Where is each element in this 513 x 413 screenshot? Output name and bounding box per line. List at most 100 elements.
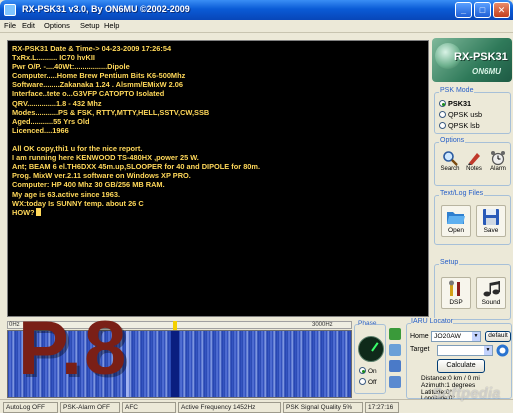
menu-options[interactable]: Options	[44, 21, 70, 30]
window-title: RX-PSK31 v3.0, By ON6MU ©2002-2009	[22, 4, 190, 14]
notes-button[interactable]: Notes	[462, 150, 486, 172]
log-line: All OK copy,thi1 u for the nice report.	[12, 144, 143, 154]
disk-icon[interactable]	[389, 360, 401, 372]
phase-on-radio[interactable]: On	[359, 367, 377, 375]
receive-text-area[interactable]: RX-PSK31 Date & Time-> 04-23-2009 17:26:…	[7, 40, 429, 317]
watermark-logo: Softpedia	[432, 385, 501, 402]
log-line: Pwr O/P. -....40Wt:................Dipol…	[12, 62, 130, 72]
logo-name: RX-PSK31	[454, 51, 508, 63]
notes-icon	[468, 153, 480, 165]
phase-off-radio[interactable]: Off	[359, 378, 377, 386]
alarm-button[interactable]: Alarm	[486, 150, 510, 172]
copy-icon[interactable]	[389, 376, 401, 388]
search-button[interactable]: Search	[438, 150, 462, 172]
save-label: Save	[483, 227, 499, 234]
menu-bar: File Edit Options Setup Help	[0, 20, 513, 33]
close-button[interactable]: ✕	[493, 2, 510, 18]
menu-setup[interactable]: Setup	[80, 21, 100, 30]
minimize-button[interactable]: _	[455, 2, 472, 18]
menu-help[interactable]: Help	[104, 21, 119, 30]
music-note-icon	[483, 281, 500, 297]
calculate-button[interactable]: Calculate	[437, 359, 485, 373]
home-locator-select[interactable]: JO20AW ▼	[431, 331, 481, 342]
radio-dot	[359, 367, 366, 374]
logo-callsign: ON6MU	[472, 67, 501, 76]
menu-file[interactable]: File	[4, 21, 16, 30]
phase-group: Phase On Off	[354, 320, 386, 394]
log-line: Aged...........55 Yrs Old	[12, 116, 90, 126]
afc-status[interactable]: AFC	[122, 402, 176, 413]
radio-dot	[439, 122, 446, 129]
magnifier-icon	[443, 151, 458, 166]
app-icon	[4, 4, 16, 16]
app-logo: RX-PSK31 ON6MU	[432, 38, 512, 82]
log-line: I am running here KENWOOD TS-480HX ,powe…	[12, 153, 199, 163]
open-label: Open	[448, 227, 464, 234]
home-label: Home	[410, 333, 429, 340]
phase-scope	[358, 336, 384, 362]
menu-edit[interactable]: Edit	[22, 21, 35, 30]
autolog-status[interactable]: AutoLog OFF	[3, 402, 58, 413]
radio-label: PSK31	[448, 99, 472, 108]
dsp-button[interactable]: DSP	[441, 277, 471, 309]
log-line: My age is 63.active since 1963.	[12, 189, 121, 199]
log-line: Modes...........PS & FSK, RTTY,MTTY,HELL…	[12, 107, 210, 117]
notes-label: Notes	[466, 166, 482, 172]
radio-qpsk-usb[interactable]: QPSK usb	[439, 110, 482, 119]
radio-dot	[359, 378, 366, 385]
radio-qpsk-lsb[interactable]: QPSK lsb	[439, 121, 480, 130]
open-button[interactable]: Open	[441, 205, 471, 237]
signal-quality-status: PSK Signal Quality 5%	[283, 402, 363, 413]
log-line: RX-PSK31 Date & Time-> 04-23-2009 17:26:…	[12, 44, 172, 53]
log-line: QRV..............1.8 - 432 Mhz	[12, 98, 102, 108]
options-group: Options Search Notes Alarm	[434, 137, 511, 186]
dsp-label: DSP	[449, 299, 463, 306]
tuned-signal-trace	[171, 331, 179, 397]
tools-icon	[449, 280, 460, 296]
options-title: Options	[439, 137, 466, 144]
log-line: Computer: HP 400 Mhz 30 GB/256 MB RAM.	[12, 180, 165, 190]
active-frequency-status: Active Frequency 1452Hz	[178, 402, 281, 413]
phase-needle	[371, 342, 379, 352]
default-button[interactable]: default	[485, 331, 511, 342]
alarm-label: Alarm	[490, 166, 506, 172]
radio-dot	[439, 100, 446, 107]
log-line: Prog. MixW ver.2.11 software on Windows …	[12, 171, 191, 181]
info-icon[interactable]	[496, 344, 509, 357]
side-toolbar	[389, 328, 403, 392]
home-locator-value: JO20AW	[434, 333, 461, 340]
log-line: WX:today Is SUNNY temp. about 26 C	[12, 198, 144, 208]
log-line: Interface..tete o...G3VFP CATOPTO Isolat…	[12, 89, 165, 99]
log-line: Software........Zakanaka 1.24 . Alsmm/EM…	[12, 80, 184, 90]
sound-label: Sound	[481, 299, 501, 306]
radio-psk31[interactable]: PSK31	[439, 99, 471, 108]
log-line: Computer.....Home Brew Pentium Bits K6-5…	[12, 71, 186, 81]
green-tool-icon[interactable]	[389, 328, 401, 340]
text-log-files-group: Text/Log Files Open Save	[434, 190, 511, 245]
floppy-save-icon	[483, 209, 499, 225]
scale-high-label: 3000Hz	[312, 322, 333, 328]
log-line: TxRx.L.......... IC70 hvKII	[12, 53, 95, 63]
iaru-title: IARU Locator	[411, 318, 454, 325]
sound-button[interactable]: Sound	[476, 277, 506, 309]
log-line: HOW?	[12, 207, 424, 217]
psk-mode-title: PSK Mode	[439, 87, 475, 94]
radio-label: QPSK lsb	[448, 121, 480, 130]
distance-text: Distance:0 km / 0 mi	[421, 375, 480, 382]
psk-alarm-status[interactable]: PSK-Alarm OFF	[60, 402, 120, 413]
save-button[interactable]: Save	[476, 205, 506, 237]
setup-group: Setup DSP Sound	[434, 259, 511, 320]
title-bar: RX-PSK31 v3.0, By ON6MU ©2002-2009 _ □ ✕	[0, 0, 513, 20]
psk-mode-group: PSK Mode PSK31 QPSK usb QPSK lsb	[434, 87, 511, 134]
text-log-files-title: Text/Log Files	[439, 190, 485, 197]
maximize-button[interactable]: □	[474, 2, 491, 18]
frequency-marker[interactable]	[173, 321, 177, 330]
target-locator-select[interactable]: ▼	[437, 345, 493, 356]
send-icon[interactable]	[389, 344, 401, 356]
chevron-down-icon: ▼	[472, 332, 480, 341]
alarm-icon	[491, 151, 505, 166]
phase-title: Phase	[358, 320, 377, 327]
radio-label: On	[368, 368, 377, 375]
search-label: Search	[440, 166, 460, 172]
